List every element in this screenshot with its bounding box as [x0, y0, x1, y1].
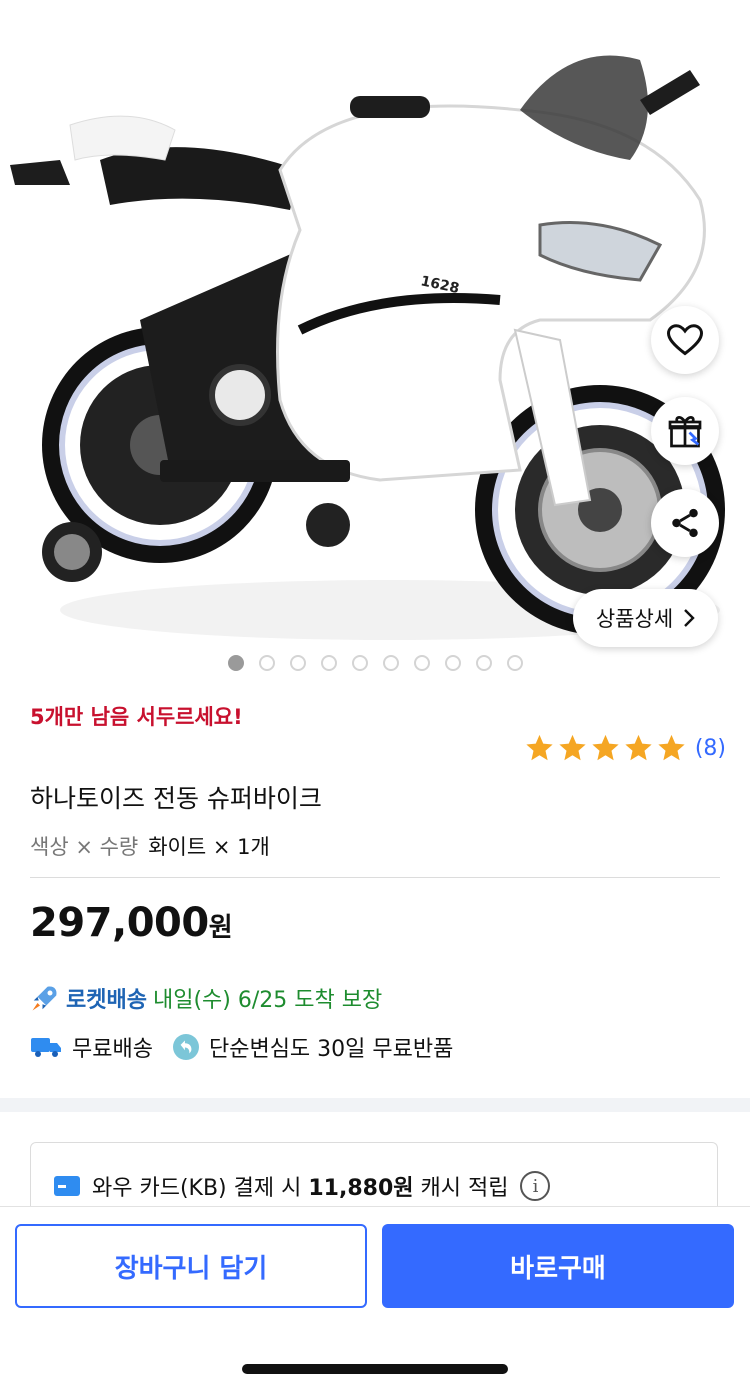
rocket-label: 로켓배송	[66, 988, 147, 1013]
share-button[interactable]	[651, 489, 719, 557]
gift-icon	[668, 416, 702, 448]
star-icon	[592, 734, 619, 761]
free-return-label: 단순변심도 30일 무료반품	[208, 1037, 454, 1062]
shipping-benefits: 무료배송 단순변심도 30일 무료반품	[30, 1031, 453, 1063]
section-separator	[0, 1098, 750, 1112]
product-image-gallery[interactable]: 1628 상품상세	[0, 0, 750, 690]
gallery-dot[interactable]	[507, 655, 523, 671]
price-amount: 297,000	[30, 900, 209, 946]
price-unit: 원	[208, 913, 233, 943]
product-detail-label: 상품상세	[595, 607, 674, 631]
arrival-date: 내일(수) 6/25 도착 보장	[152, 988, 383, 1013]
truck-icon	[31, 1038, 61, 1057]
gallery-dot[interactable]	[259, 655, 275, 671]
gallery-dot[interactable]	[290, 655, 306, 671]
product-photo: 1628	[10, 55, 725, 640]
option-value: 화이트 × 1개	[148, 835, 270, 859]
card-benefit-text: 와우 카드(KB) 결제 시 11,880원 캐시 적립	[92, 1170, 508, 1202]
card-benefit-amount: 11,880원	[308, 1176, 414, 1201]
option-summary: 색상 × 수량 화이트 × 1개	[30, 831, 270, 861]
gallery-dot[interactable]	[414, 655, 430, 671]
stock-notice: 5개만 남음 서두르세요!	[30, 705, 243, 729]
star-icon	[658, 734, 685, 761]
gallery-dot[interactable]	[228, 655, 244, 671]
star-icon	[625, 734, 652, 761]
gallery-dot[interactable]	[352, 655, 368, 671]
add-to-cart-button[interactable]: 장바구니 담기	[15, 1224, 367, 1308]
gallery-pagination[interactable]	[228, 655, 523, 671]
gallery-dot[interactable]	[476, 655, 492, 671]
card-benefit-suffix: 캐시 적립	[420, 1176, 509, 1201]
gallery-dot[interactable]	[383, 655, 399, 671]
gift-button[interactable]	[651, 397, 719, 465]
divider	[30, 877, 720, 878]
rocket-delivery-info: 로켓배송 내일(수) 6/25 도착 보장	[30, 982, 382, 1014]
star-icon	[559, 734, 586, 761]
rating-summary[interactable]: (8)	[524, 733, 726, 763]
heart-icon	[667, 324, 703, 356]
gallery-dot[interactable]	[321, 655, 337, 671]
buy-now-button[interactable]: 바로구매	[382, 1224, 734, 1308]
product-title: 하나토이즈 전동 슈퍼바이크	[30, 784, 322, 813]
gallery-dot[interactable]	[445, 655, 461, 671]
wishlist-button[interactable]	[651, 306, 719, 374]
return-icon	[172, 1034, 199, 1060]
info-icon[interactable]: i	[520, 1171, 551, 1201]
chevron-right-icon	[684, 609, 695, 627]
card-benefit-prefix: 와우 카드(KB) 결제 시	[92, 1176, 302, 1201]
card-benefit[interactable]: 와우 카드(KB) 결제 시 11,880원 캐시 적립 i	[54, 1170, 551, 1202]
home-indicator[interactable]	[242, 1364, 508, 1374]
free-shipping-label: 무료배송	[72, 1037, 153, 1062]
price: 297,000원	[30, 900, 233, 946]
rating-stars	[524, 733, 687, 763]
rating-count: (8)	[694, 735, 726, 761]
share-icon	[672, 508, 698, 538]
option-label: 색상 × 수량	[30, 835, 139, 859]
star-icon	[526, 734, 553, 761]
product-detail-button[interactable]: 상품상세	[573, 589, 718, 647]
card-icon	[54, 1176, 80, 1196]
rocket-icon	[32, 986, 57, 1011]
